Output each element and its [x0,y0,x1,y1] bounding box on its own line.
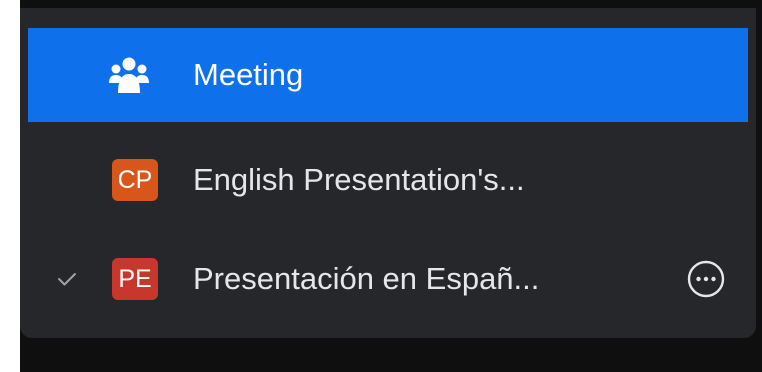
menu-item-label: Presentación en Españ... [193,261,540,296]
menu-item-label: Meeting [193,57,304,92]
checkmark-icon [54,266,80,292]
avatar: PE [112,258,158,300]
menu-item-spanish-presentation[interactable]: PE Presentación en Españ... [28,230,748,328]
menu-item-meeting[interactable]: Meeting [28,28,748,122]
avatar: CP [112,159,158,201]
participants-icon [106,52,152,98]
more-options-icon[interactable] [684,257,728,301]
menu-item-label: English Presentation's... [193,162,525,197]
menu-item-english-presentation[interactable]: CP English Presentation's... [28,130,748,230]
view-switcher-menu: Meeting CP English Presentation's... PE … [20,8,756,338]
